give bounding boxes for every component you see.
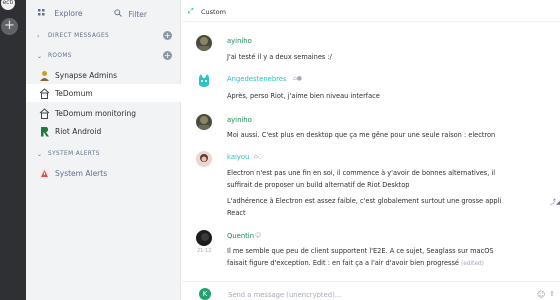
avatar[interactable] xyxy=(196,73,212,89)
message-body: suffirait de proposer un build alternati… xyxy=(227,181,410,189)
room-item-system-alerts[interactable]: System Alerts xyxy=(26,164,181,182)
sender-name[interactable]: ayiniho xyxy=(227,116,252,124)
room-item-riot-android[interactable]: Riot Android xyxy=(26,122,181,140)
room-name: TeDomum xyxy=(55,89,93,98)
house-icon xyxy=(39,108,50,119)
filter-input[interactable]: Filter xyxy=(114,9,147,19)
house-icon: ⌂◌ xyxy=(254,153,264,160)
house-icon xyxy=(39,88,50,99)
upload-icon[interactable]: ⇪ xyxy=(549,290,555,298)
user-avatar[interactable]: ecti xyxy=(1,0,15,10)
timeline-panel: ⤢ Custom ayiniho J'ai testé il y a deux … xyxy=(182,0,560,300)
message-body: Electron n'est pas une fin en soi, il co… xyxy=(227,169,496,177)
reaction-icons[interactable]: ⤴◢ xyxy=(550,197,560,206)
room-list-panel: Explore Filter › DIRECT MESSAGES + ⌄ ROO… xyxy=(26,0,181,300)
add-room-button[interactable]: + xyxy=(163,51,172,60)
person-icon xyxy=(39,70,50,81)
emoji-picker-icon[interactable]: ☺ xyxy=(537,290,545,299)
explore-label: Explore xyxy=(54,9,83,18)
room-name: System Alerts xyxy=(55,169,108,178)
room-item-tedomum-monitoring[interactable]: TeDomum monitoring xyxy=(26,104,181,122)
expand-icon[interactable]: ⤢ xyxy=(188,7,194,16)
section-system-alerts[interactable]: ⌄ SYSTEM ALERTS xyxy=(26,148,181,162)
message-body: Après, perso Riot, j'aime bien niveau in… xyxy=(227,92,380,100)
sender-name[interactable]: kaiyou xyxy=(227,153,249,161)
avatar[interactable] xyxy=(196,35,212,51)
composer-divider xyxy=(182,281,560,282)
sender-name[interactable]: Quentin xyxy=(227,232,254,240)
room-item-synapse-admins[interactable]: Synapse Admins xyxy=(26,66,181,84)
section-rooms[interactable]: ⌄ ROOMS + xyxy=(26,50,181,64)
warning-icon xyxy=(39,168,50,179)
room-name: Synapse Admins xyxy=(55,71,118,80)
app-window: ecti + Explore Filter › DIRECT MESSAGES … xyxy=(0,0,560,300)
message-text: faisait figure d'exception. Edit : en fa… xyxy=(227,259,459,267)
grid-icon xyxy=(38,9,48,18)
timestamp: 21:12 xyxy=(197,248,212,254)
chevron-down-icon: ⌄ xyxy=(37,53,43,60)
room-name: TeDomum monitoring xyxy=(55,109,136,118)
room-list-topbar: Explore Filter xyxy=(26,6,181,24)
room-name: Riot Android xyxy=(55,127,102,136)
avatar[interactable] xyxy=(196,151,212,167)
chevron-down-icon: ⌄ xyxy=(37,151,43,158)
house-icon: ⌂● xyxy=(293,75,303,82)
message-body: React xyxy=(227,209,246,217)
room-title: Custom xyxy=(201,8,226,16)
search-icon xyxy=(114,9,126,19)
section-label: DIRECT MESSAGES xyxy=(48,33,110,39)
section-label: SYSTEM ALERTS xyxy=(48,151,100,157)
sender-name[interactable]: ayiniho xyxy=(227,37,252,45)
message-body: L'adhérence à Electron est assez faible,… xyxy=(227,197,502,205)
section-label: ROOMS xyxy=(48,53,72,59)
room-header: ⤢ Custom xyxy=(182,6,560,18)
android-icon xyxy=(39,126,50,137)
avatar[interactable] xyxy=(196,114,212,130)
room-item-tedomum[interactable]: TeDomum xyxy=(26,84,181,102)
sender-name[interactable]: Angedestenebres xyxy=(227,75,287,83)
message-input[interactable]: Send a message (unencrypted)... xyxy=(228,291,528,299)
emoji-icon: ☺ xyxy=(255,232,262,239)
message-body: faisait figure d'exception. Edit : en fa… xyxy=(227,259,484,267)
community-rail: ecti + xyxy=(0,0,26,300)
section-direct-messages[interactable]: › DIRECT MESSAGES + xyxy=(26,30,181,44)
explore-button[interactable]: Explore xyxy=(38,9,83,18)
avatar[interactable] xyxy=(196,230,212,246)
chevron-right-icon: › xyxy=(37,33,40,40)
own-avatar: K xyxy=(199,288,211,300)
create-community-button[interactable]: + xyxy=(1,18,18,35)
message-body: Il me semble que peu de client supporten… xyxy=(227,247,494,255)
message-body: J'ai testé il y a deux semaines :/ xyxy=(227,53,332,61)
edited-marker[interactable]: (edited) xyxy=(461,261,484,267)
message-body: Moi aussi. C'est plus en desktop que ça … xyxy=(227,131,496,139)
filter-label: Filter xyxy=(128,10,147,19)
header-divider xyxy=(182,21,560,22)
add-direct-message-button[interactable]: + xyxy=(163,31,172,40)
